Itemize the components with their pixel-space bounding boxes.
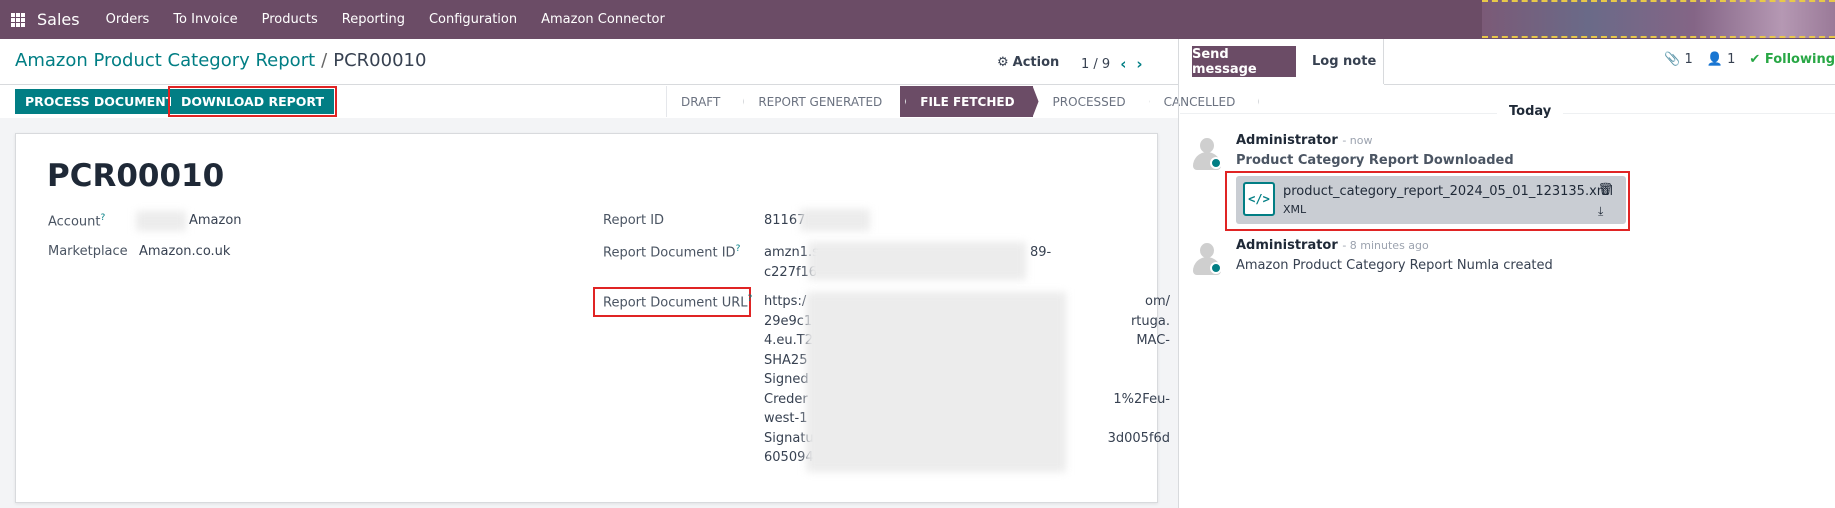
report-document-id-label-text: Report Document ID	[603, 245, 736, 261]
avatar[interactable]	[1190, 136, 1222, 172]
value-tail: 1%2Feu-	[1113, 391, 1170, 407]
stage-processed[interactable]: PROCESSED	[1033, 86, 1144, 117]
chevron-right-icon[interactable]: ›	[1136, 55, 1142, 73]
message-time: - 8 minutes ago	[1342, 239, 1429, 252]
breadcrumb-separator: /	[321, 50, 328, 71]
breadcrumb: Amazon Product Category Report / PCR0001…	[15, 50, 426, 71]
online-status-icon	[1210, 157, 1222, 169]
report-document-id-tail: 89-	[1030, 245, 1052, 260]
date-separator: Today	[1497, 104, 1564, 119]
help-icon[interactable]: ?	[736, 244, 741, 254]
report-id-label: Report ID	[603, 213, 665, 228]
code-file-icon: </>	[1243, 182, 1275, 216]
author-name[interactable]: Administrator	[1236, 238, 1338, 253]
help-icon[interactable]: ?	[101, 213, 106, 223]
breadcrumb-current: PCR00010	[333, 50, 427, 71]
divider	[0, 84, 1178, 85]
redacted-field	[806, 292, 1066, 472]
nav-configuration[interactable]: Configuration	[417, 12, 529, 27]
value-tail: rtuga.	[1130, 313, 1170, 329]
check-icon: ✔	[1749, 52, 1761, 67]
status-bar: DRAFT REPORT GENERATED FILE FETCHED PROC…	[666, 86, 1253, 117]
attachments-button[interactable]: 📎 1	[1664, 52, 1693, 67]
chatter-divider	[1178, 39, 1179, 508]
trash-icon[interactable]: 🗑	[1598, 182, 1613, 196]
following-button[interactable]: ✔ Following	[1749, 52, 1835, 67]
value-tail: 3d005f6d	[1107, 430, 1170, 446]
attachment-name[interactable]: product_category_report_2024_05_01_12313…	[1283, 184, 1613, 199]
pager-value[interactable]: 1 / 9	[1081, 57, 1110, 72]
gear-icon: ⚙	[997, 55, 1009, 70]
online-status-icon	[1210, 262, 1222, 274]
redacted-field	[800, 209, 870, 231]
value-tail: MAC-	[1136, 333, 1170, 348]
account-label-text: Account	[48, 214, 101, 230]
value-tail	[1070, 409, 1170, 429]
stage-file-fetched[interactable]: FILE FETCHED	[900, 86, 1033, 117]
user-icon: 👤	[1706, 52, 1723, 67]
followers-button[interactable]: 👤 1	[1707, 52, 1736, 67]
message-body: Product Category Report Downloaded	[1236, 153, 1514, 168]
redacted-field	[808, 242, 1026, 280]
account-label: Account?	[48, 213, 105, 229]
marketplace-value[interactable]: Amazon.co.uk	[139, 242, 230, 262]
download-icon[interactable]: ⤓	[1598, 204, 1603, 219]
value-tail: om/	[1145, 294, 1170, 309]
divider	[1384, 84, 1835, 85]
nav-orders[interactable]: Orders	[94, 12, 162, 27]
stage-report-generated[interactable]: REPORT GENERATED	[738, 86, 900, 117]
pager: 1 / 9 ‹ ›	[1081, 55, 1143, 73]
record-title: PCR00010	[47, 158, 225, 194]
download-report-button[interactable]: DOWNLOAD REPORT	[167, 86, 338, 117]
paperclip-icon: 📎	[1664, 52, 1681, 67]
divider	[1383, 39, 1384, 84]
report-document-id-label: Report Document ID?	[603, 244, 740, 260]
send-message-button[interactable]: Send message	[1192, 46, 1296, 77]
nav-to-invoice[interactable]: To Invoice	[161, 12, 249, 27]
author-name[interactable]: Administrator	[1236, 133, 1338, 148]
log-note-button[interactable]: Log note	[1312, 46, 1376, 77]
account-value[interactable]: Amazon	[189, 211, 242, 231]
value-tail	[1070, 370, 1170, 390]
followers-count: 1	[1727, 52, 1736, 67]
action-label: Action	[1012, 55, 1060, 70]
message-author: Administrator - 8 minutes ago	[1236, 238, 1429, 253]
attachment-type: XML	[1283, 203, 1307, 216]
breadcrumb-parent[interactable]: Amazon Product Category Report	[15, 50, 315, 71]
attachments-count: 1	[1684, 52, 1693, 67]
chevron-left-icon[interactable]: ‹	[1120, 55, 1126, 73]
help-icon[interactable]: ?	[748, 294, 753, 304]
action-menu-button[interactable]: ⚙ Action	[997, 55, 1059, 70]
redacted-field	[136, 211, 186, 231]
redacted-systray	[1482, 0, 1835, 38]
apps-menu-icon[interactable]	[11, 12, 25, 27]
message-time: - now	[1342, 134, 1373, 147]
value-tail	[1070, 351, 1170, 371]
nav-products[interactable]: Products	[250, 12, 330, 27]
value-tail	[1070, 448, 1170, 468]
report-document-url-tails: om/ rtuga. MAC- 1%2Feu- 3d005f6d	[1070, 292, 1170, 468]
marketplace-label: Marketplace	[48, 244, 128, 259]
following-label: Following	[1764, 52, 1835, 67]
report-document-url-label-text: Report Document URL	[603, 295, 748, 311]
nav-reporting[interactable]: Reporting	[330, 12, 417, 27]
process-document-button[interactable]: PROCESS DOCUMENT	[15, 89, 185, 114]
report-document-url-label: Report Document URL?	[603, 294, 752, 310]
nav-amazon-connector[interactable]: Amazon Connector	[529, 12, 677, 27]
message-author: Administrator - now	[1236, 133, 1372, 148]
stage-draft[interactable]: DRAFT	[667, 86, 738, 117]
message-body: Amazon Product Category Report Numla cre…	[1236, 258, 1553, 273]
app-name[interactable]: Sales	[37, 10, 80, 29]
avatar[interactable]	[1190, 241, 1222, 277]
chatter-topbar: 📎 1 👤 1 ✔ Following	[1664, 52, 1835, 67]
